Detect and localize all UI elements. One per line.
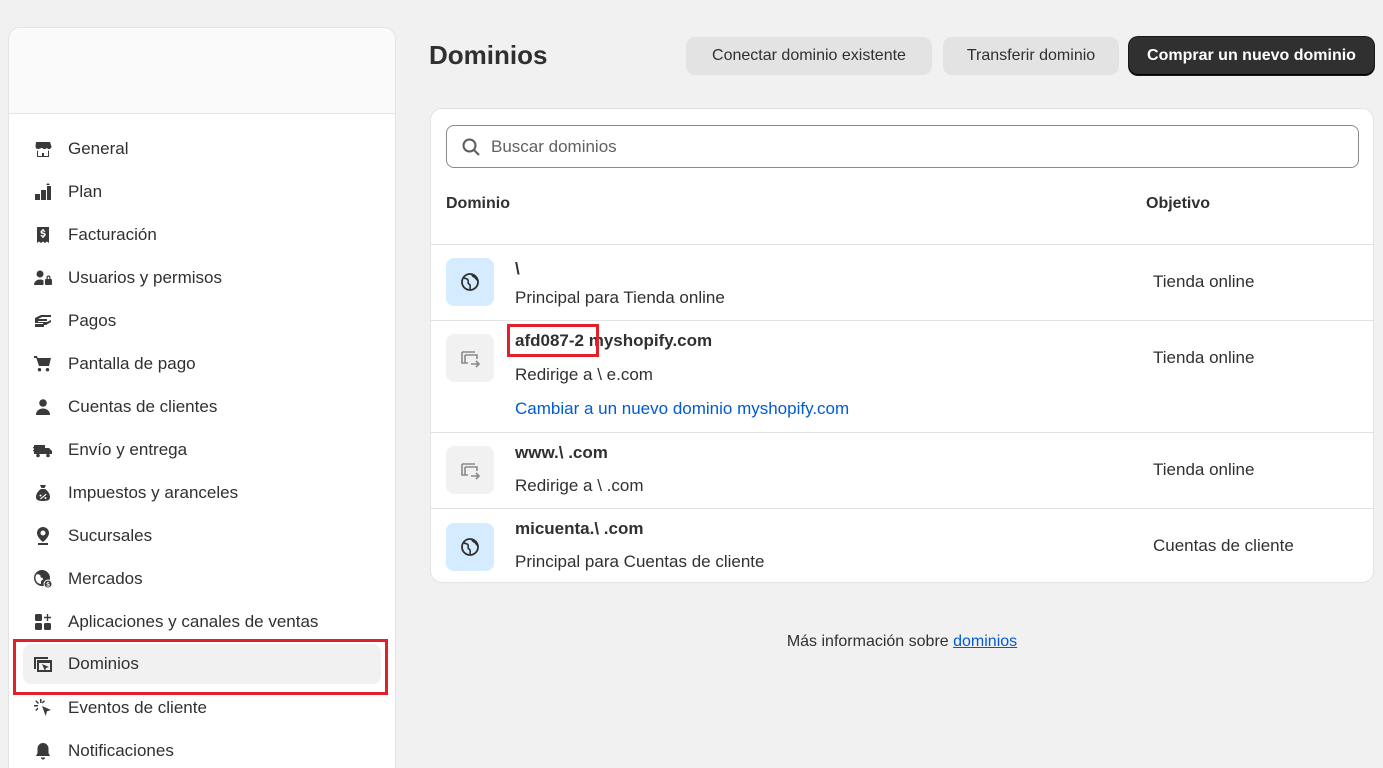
apps-icon xyxy=(32,611,54,633)
sidebar-item-label: Sucursales xyxy=(68,525,153,545)
domain-subtitle: Principal para Cuentas de cliente xyxy=(515,552,765,571)
change-myshopify-domain-link[interactable]: Cambiar a un nuevo dominio myshopify.com xyxy=(515,399,849,419)
sidebar-item-payments[interactable]: Pagos xyxy=(23,299,381,342)
domain-name[interactable]: micuenta.\ .com xyxy=(515,519,643,539)
store-icon xyxy=(32,138,54,160)
users-icon xyxy=(32,267,54,289)
sidebar-item-plan[interactable]: Plan xyxy=(23,170,381,213)
cart-icon xyxy=(32,353,54,375)
sidebar-item-label: Aplicaciones y canales de ventas xyxy=(68,611,319,631)
redirect-icon xyxy=(446,334,494,382)
search-box[interactable] xyxy=(446,125,1359,168)
sidebar-item-label: Eventos de cliente xyxy=(68,697,207,717)
sidebar-item-label: Mercados xyxy=(68,568,143,588)
sidebar-item-shipping[interactable]: Envío y entrega xyxy=(23,428,381,471)
settings-sidebar: General Plan Facturación Usuarios y perm… xyxy=(8,27,396,768)
globe-icon xyxy=(446,523,494,571)
sidebar-header xyxy=(9,28,395,114)
search-input[interactable] xyxy=(491,136,1351,157)
sidebar-item-label: General xyxy=(68,138,129,158)
footer-text: Más información sobre xyxy=(786,633,954,650)
sidebar-item-users[interactable]: Usuarios y permisos xyxy=(23,256,381,299)
sidebar-item-notifications[interactable]: Notificaciones xyxy=(23,729,381,768)
domain-objective: Cuentas de cliente xyxy=(1153,536,1294,555)
table-row[interactable]: \ Principal para Tienda online Tienda on… xyxy=(431,244,1373,320)
domain-name[interactable]: afd087-2 myshopify.com xyxy=(515,331,712,351)
payments-icon xyxy=(32,310,54,332)
receipt-icon xyxy=(32,224,54,246)
sidebar-item-label: Pantalla de pago xyxy=(68,353,196,373)
sidebar-item-label: Notificaciones xyxy=(68,740,174,760)
redirect-icon xyxy=(446,446,494,494)
domains-card: Dominio Objetivo \ Principal para Tienda… xyxy=(430,108,1374,583)
location-icon xyxy=(32,525,54,547)
domain-objective: Tienda online xyxy=(1153,348,1255,367)
sidebar-item-customer-accounts[interactable]: Cuentas de clientes xyxy=(23,385,381,428)
truck-icon xyxy=(32,439,54,461)
column-header-domain: Dominio xyxy=(446,195,510,212)
bell-icon xyxy=(32,740,54,762)
table-row[interactable]: www.\ .com Redirige a \ .com Tienda onli… xyxy=(431,432,1373,508)
sidebar-item-label: Dominios xyxy=(68,654,139,673)
domain-subtitle: Redirige a \ e.com xyxy=(515,365,653,384)
sidebar-item-label: Cuentas de clientes xyxy=(68,396,218,416)
domain-subtitle: Principal para Tienda online xyxy=(515,288,725,307)
settings-nav: General Plan Facturación Usuarios y perm… xyxy=(9,114,395,768)
person-icon xyxy=(32,396,54,418)
tax-icon xyxy=(32,482,54,504)
sidebar-item-general[interactable]: General xyxy=(23,127,381,170)
domain-objective: Tienda online xyxy=(1153,460,1255,479)
domain-objective: Tienda online xyxy=(1153,272,1255,291)
sidebar-item-billing[interactable]: Facturación xyxy=(23,213,381,256)
learn-more-footer: Más información sobre dominios xyxy=(430,633,1374,651)
cursor-click-icon xyxy=(32,697,54,719)
page-title: Dominios xyxy=(429,40,548,70)
plan-icon xyxy=(32,181,54,203)
sidebar-item-locations[interactable]: Sucursales xyxy=(23,514,381,557)
sidebar-item-label: Facturación xyxy=(68,224,157,244)
globe-icon xyxy=(446,258,494,306)
domain-name[interactable]: www.\ .com xyxy=(515,443,608,463)
learn-more-domains-link[interactable]: dominios xyxy=(953,633,1017,650)
sidebar-item-label: Usuarios y permisos xyxy=(68,267,222,287)
sidebar-item-customer-events[interactable]: Eventos de cliente xyxy=(23,686,381,729)
domains-icon xyxy=(32,653,54,675)
domain-name[interactable]: \ xyxy=(515,259,520,279)
transfer-domain-button[interactable]: Transferir dominio xyxy=(943,37,1119,75)
globe-icon xyxy=(32,568,54,590)
sidebar-item-label: Pagos xyxy=(68,310,117,330)
sidebar-item-checkout[interactable]: Pantalla de pago xyxy=(23,342,381,385)
table-row[interactable]: afd087-2 myshopify.com Redirige a \ e.co… xyxy=(431,320,1373,432)
sidebar-item-label: Envío y entrega xyxy=(68,439,188,459)
table-row[interactable]: micuenta.\ .com Principal para Cuentas d… xyxy=(431,508,1373,582)
sidebar-item-taxes[interactable]: Impuestos y aranceles xyxy=(23,471,381,514)
column-header-objective: Objetivo xyxy=(1146,195,1211,212)
search-icon xyxy=(462,138,480,156)
buy-domain-button[interactable]: Comprar un nuevo dominio xyxy=(1129,37,1374,75)
sidebar-item-label: Plan xyxy=(68,181,103,201)
sidebar-item-markets[interactable]: Mercados xyxy=(23,557,381,600)
sidebar-item-domains[interactable]: Dominios xyxy=(23,644,381,684)
domain-subtitle: Redirige a \ .com xyxy=(515,476,644,495)
sidebar-item-apps[interactable]: Aplicaciones y canales de ventas xyxy=(23,600,381,643)
connect-domain-button[interactable]: Conectar dominio existente xyxy=(686,37,932,75)
sidebar-item-label: Impuestos y aranceles xyxy=(68,482,239,502)
